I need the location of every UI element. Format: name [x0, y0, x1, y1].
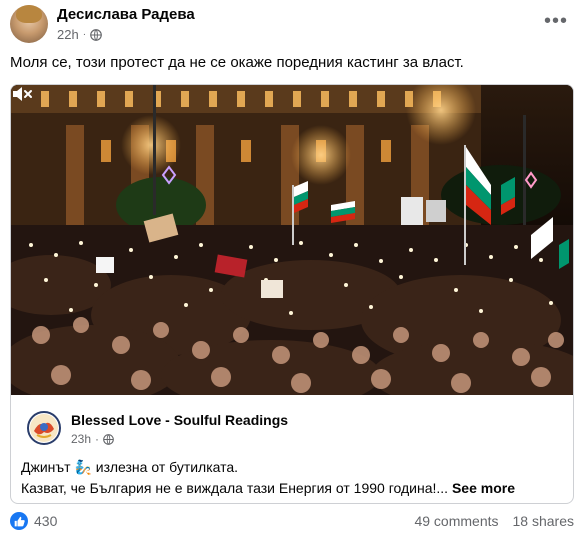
muted-speaker-icon[interactable]: [11, 85, 33, 103]
page-avatar[interactable]: [27, 411, 61, 445]
author-avatar[interactable]: [10, 5, 48, 43]
like-icon: [10, 512, 28, 530]
shares-count-link[interactable]: 18 shares: [513, 513, 574, 529]
shared-text-line-2: Казват, че България не е виждала тази Ен…: [21, 480, 515, 496]
reactions-summary[interactable]: 430: [10, 512, 57, 530]
shared-page-name[interactable]: Blessed Love - Soulful Readings: [71, 412, 288, 428]
protest-video[interactable]: [11, 85, 573, 395]
globe-icon: [103, 433, 114, 445]
shared-post-card[interactable]: Blessed Love - Soulful Readings 23h · Дж…: [10, 84, 574, 504]
shared-text-line-1: Джинът 🧞 излезна от бутилката.: [21, 459, 239, 475]
shared-post-meta: 23h ·: [71, 432, 114, 446]
more-options-icon[interactable]: •••: [544, 10, 568, 33]
post-author-name[interactable]: Десислава Радева: [57, 6, 195, 23]
genie-emoji: 🧞: [74, 459, 92, 475]
shared-post-text: Джинът 🧞 излезна от бутилката. Казват, ч…: [21, 457, 515, 499]
see-more-link[interactable]: See more: [452, 480, 515, 496]
globe-icon: [90, 28, 102, 41]
post-time[interactable]: 22h: [57, 27, 79, 42]
engagement-stats: 49 comments 18 shares: [414, 513, 574, 529]
post-meta: 22h ·: [57, 27, 102, 42]
post-caption: Моля се, този протест да не се окаже пор…: [10, 54, 464, 71]
comments-count-link[interactable]: 49 comments: [414, 513, 498, 529]
reactions-count: 430: [34, 513, 58, 529]
shared-post-time[interactable]: 23h: [71, 432, 91, 446]
